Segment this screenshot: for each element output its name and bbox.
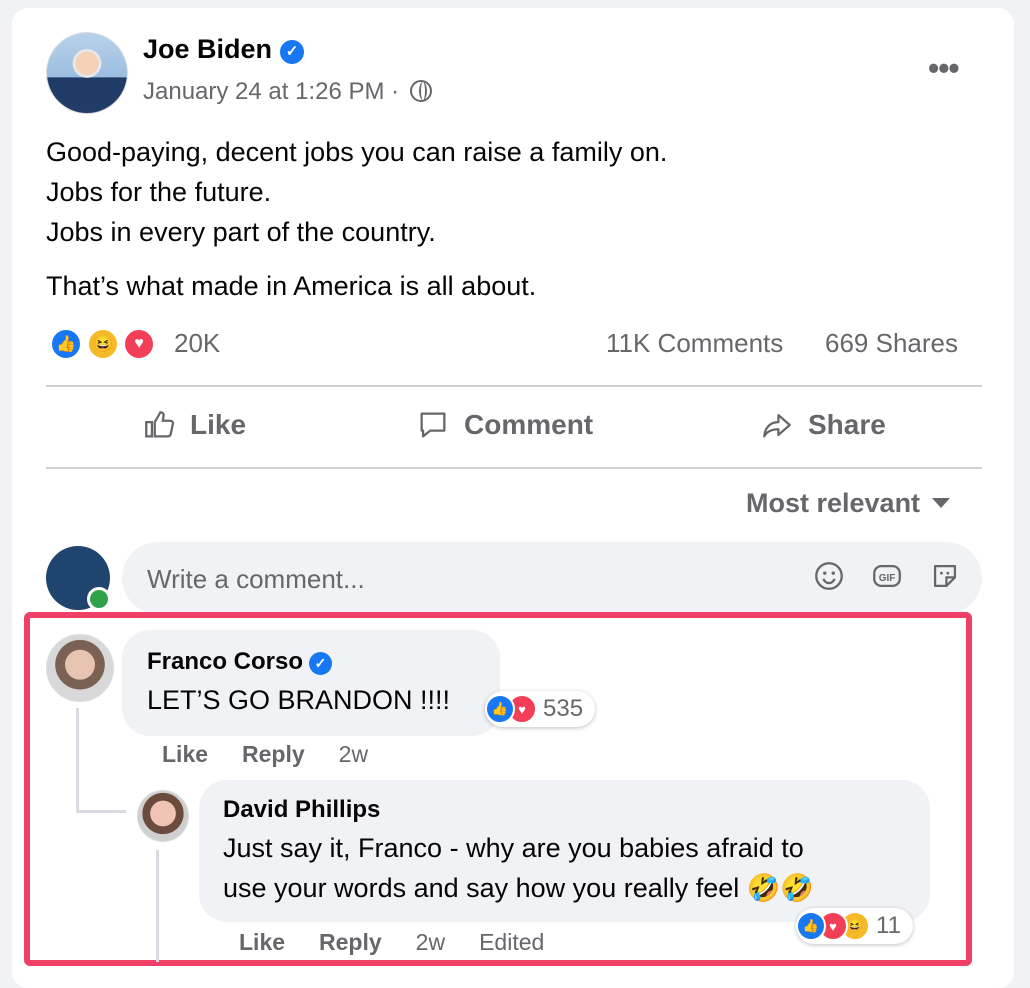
post-author[interactable]: Joe Biden ✓ [143,34,305,65]
reply-actions: Like Reply 2w Edited [239,929,544,956]
like-reaction-icon: 👍 [485,694,515,724]
more-options-button[interactable]: ••• [928,50,960,87]
comment-actions: Like Reply 2w [162,741,368,768]
meta-separator: · [391,78,400,105]
online-status-indicator [87,587,111,611]
globe-icon [409,80,432,102]
post-line: Jobs for the future. [46,177,272,207]
commenter-avatar[interactable] [46,634,114,702]
comment-input[interactable]: Write a comment... GIF [122,542,982,614]
reactions-count[interactable]: 20K [174,328,220,359]
sort-label: Most relevant [746,488,921,518]
like-label: Like [190,409,247,440]
reply-text-line: use your words and say how you really fe… [223,873,815,903]
comment-icon [420,412,446,438]
thumbs-up-icon [145,411,175,438]
divider [46,467,982,469]
reply-reactions[interactable]: 👍 ♥ 😆 11 [796,908,913,944]
comment-author-name[interactable]: Franco Corso [147,648,303,675]
gif-icon[interactable]: GIF [870,559,904,593]
reply-like-link[interactable]: Like [239,929,285,956]
comment-text: LET’S GO BRANDON !!!! [147,685,451,715]
reply-text: Just say it, Franco - why are you babies… [223,828,906,908]
reaction-icons[interactable]: 👍 😆 ♥ [49,327,159,363]
divider [46,385,982,387]
comment-author[interactable]: Franco Corso ✓ [147,648,475,676]
comment-like-link[interactable]: Like [162,741,208,768]
post-body: Good-paying, decent jobs you can raise a… [46,132,667,306]
reply-author[interactable]: David Phillips [223,796,906,824]
reply-text-line: Just say it, Franco - why are you babies… [223,833,804,863]
comment-button[interactable]: Comment [416,408,593,442]
comment-reactions[interactable]: 👍 ♥ 535 [485,691,596,727]
svg-text:GIF: GIF [879,573,896,584]
reply-reaction-count: 11 [876,912,901,939]
comments-count[interactable]: 11K Comments [606,328,783,359]
reply-time[interactable]: 2w [416,929,445,956]
comment-time[interactable]: 2w [339,741,368,768]
love-reaction-icon: ♥ [122,327,156,361]
post-timestamp[interactable]: January 24 at 1:26 PM [143,78,384,105]
author-avatar[interactable] [46,32,128,114]
post-closing: That’s what made in America is all about… [46,271,537,301]
reply-avatar[interactable] [137,790,189,842]
shares-count[interactable]: 669 Shares [825,328,958,359]
like-button[interactable]: Like [142,408,246,442]
author-name[interactable]: Joe Biden [143,34,272,64]
thread-line [156,850,159,962]
chevron-down-icon [932,498,951,508]
emoji-icon[interactable] [812,559,846,593]
edited-label: Edited [479,929,545,955]
composer-actions: GIF [812,559,962,593]
reply-bubble: David Phillips Just say it, Franco - why… [199,780,930,922]
post-meta: January 24 at 1:26 PM · [143,78,432,106]
reply-reply-link[interactable]: Reply [319,929,382,956]
verified-badge-icon: ✓ [309,652,333,675]
thread-line [76,708,79,813]
share-button[interactable]: Share [760,408,886,442]
like-reaction-icon: 👍 [49,327,83,361]
sort-dropdown[interactable]: Most relevant [746,488,951,519]
sticker-icon[interactable] [928,559,962,593]
haha-reaction-icon: 😆 [86,327,120,361]
comment-placeholder: Write a comment... [147,564,365,594]
post-line: Good-paying, decent jobs you can raise a… [46,137,668,167]
post-line: Jobs in every part of the country. [46,217,436,247]
comment-reply-link[interactable]: Reply [242,741,305,768]
verified-badge-icon: ✓ [280,40,305,64]
share-label: Share [808,409,886,440]
like-reaction-icon: 👍 [796,911,826,941]
comment-bubble: Franco Corso ✓ LET’S GO BRANDON !!!! [122,630,500,736]
comment-reaction-count: 535 [543,695,584,722]
thread-line [76,810,126,813]
comment-label: Comment [464,409,594,440]
share-icon [763,413,791,438]
